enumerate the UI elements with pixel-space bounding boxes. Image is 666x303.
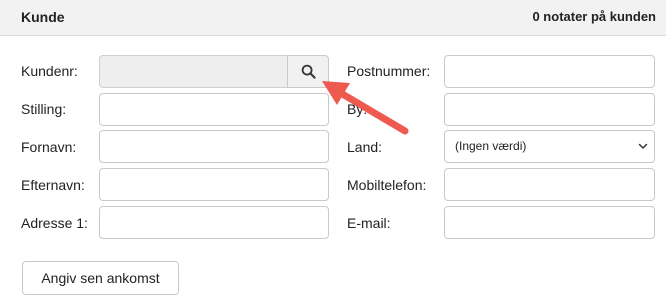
address1-input[interactable] — [99, 206, 329, 239]
chevron-down-icon — [638, 143, 648, 149]
postal-code-label: Postnummer: — [347, 63, 431, 79]
city-input[interactable] — [444, 93, 655, 126]
email-label: E-mail: — [347, 215, 391, 231]
mobile-input[interactable] — [444, 168, 655, 201]
customer-search-button[interactable] — [287, 55, 329, 88]
address1-label: Adresse 1: — [21, 215, 88, 231]
postal-code-input[interactable] — [444, 55, 655, 88]
country-label: Land: — [347, 139, 383, 155]
customer-no-input[interactable] — [99, 55, 288, 88]
city-label: By: — [347, 101, 368, 117]
email-input[interactable] — [444, 206, 655, 239]
first-name-label: Fornavn: — [21, 139, 77, 155]
notes-count-link[interactable]: 0 notater på kunden — [532, 9, 656, 24]
panel-title: Kunde — [21, 9, 65, 25]
customer-no-label: Kundenr: — [21, 63, 78, 79]
last-name-label: Efternavn: — [21, 177, 85, 193]
last-name-input[interactable] — [99, 168, 329, 201]
mobile-label: Mobiltelefon: — [347, 177, 427, 193]
search-icon — [301, 64, 316, 79]
position-input[interactable] — [99, 93, 329, 126]
position-label: Stilling: — [21, 101, 67, 117]
late-arrival-button[interactable]: Angiv sen ankomst — [22, 261, 179, 295]
panel-header: Kunde 0 notater på kunden — [0, 0, 666, 36]
country-selected-value: (Ingen værdi) — [455, 139, 527, 153]
country-select[interactable]: (Ingen værdi) — [444, 130, 655, 163]
first-name-input[interactable] — [99, 130, 329, 163]
